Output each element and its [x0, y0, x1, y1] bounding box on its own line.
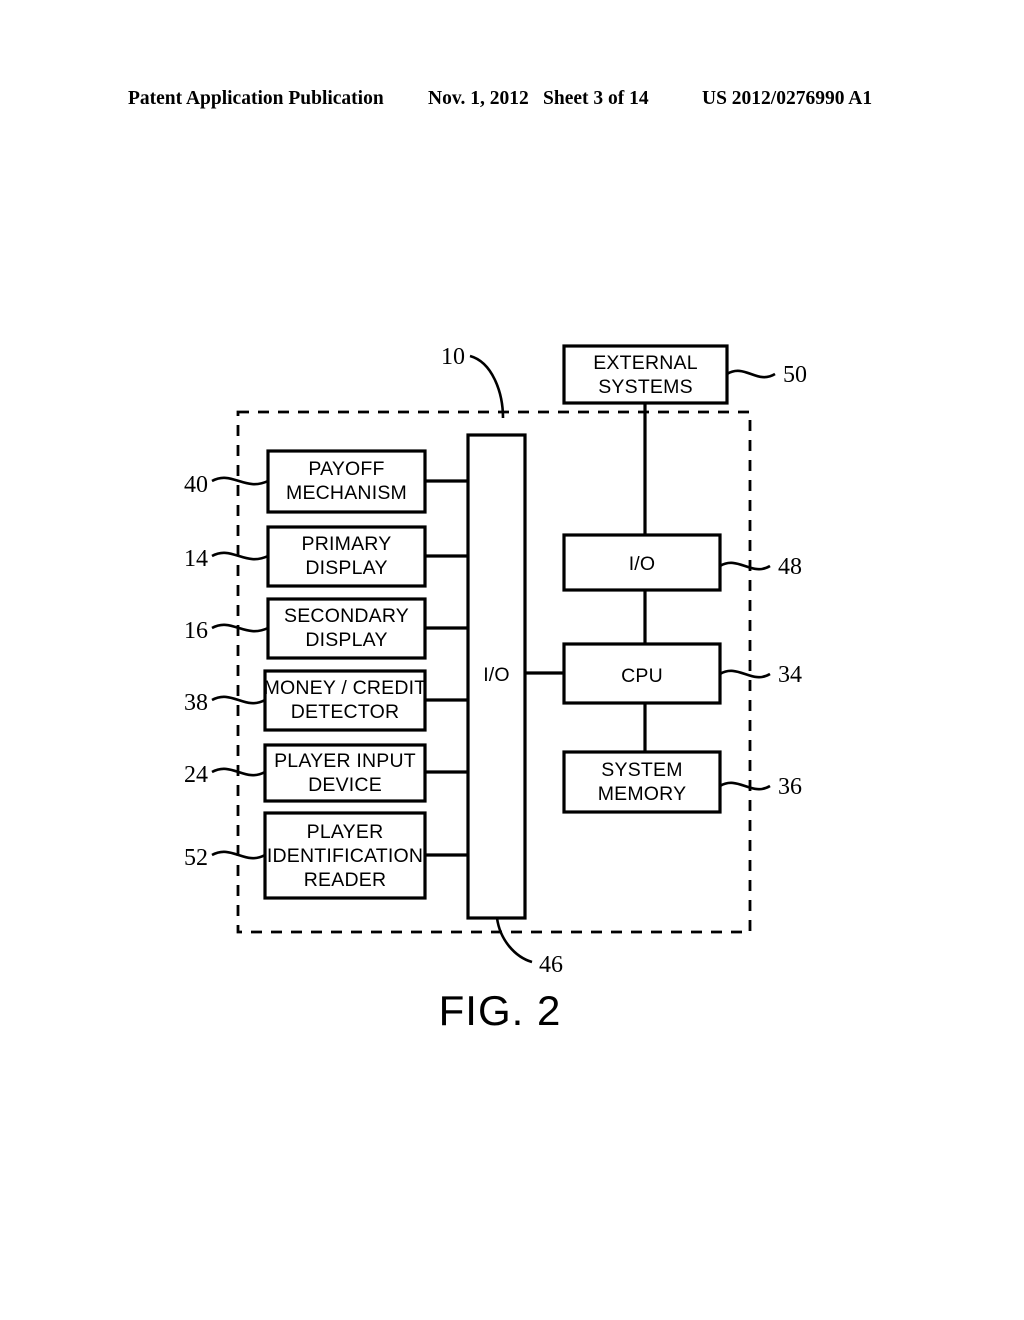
- box-player-identification-reader-line-1: PLAYER: [307, 821, 384, 843]
- ref-number-36: 36: [778, 774, 802, 800]
- box-io-bus: I/O: [466, 433, 527, 920]
- box-money-credit-detector-line-1: MONEY / CREDIT: [264, 677, 427, 699]
- box-external-systems: EXTERNAL SYSTEMS: [562, 344, 729, 405]
- box-cpu: CPU: [562, 642, 722, 705]
- box-external-systems-line-2: SYSTEMS: [598, 376, 693, 398]
- box-primary-display-line-1: PRIMARY: [302, 533, 392, 555]
- ref-number-46: 46: [539, 952, 563, 978]
- leader-line-48: [719, 561, 771, 571]
- box-player-identification-reader: PLAYER IDENTIFICATION READER: [263, 811, 427, 900]
- box-payoff-mechanism-line-1: PAYOFF: [308, 458, 384, 480]
- box-system-memory-line-1: SYSTEM: [601, 759, 682, 781]
- ref-number-24: 24: [184, 762, 208, 788]
- box-io-interface-label: I/O: [629, 553, 656, 575]
- box-player-input-device: PLAYER INPUT DEVICE: [263, 743, 427, 803]
- ref-number-10: 10: [441, 344, 465, 370]
- box-primary-display-line-2: DISPLAY: [305, 557, 387, 579]
- box-system-memory: SYSTEM MEMORY: [562, 750, 722, 814]
- leader-line-34: [719, 669, 771, 679]
- ref-number-52: 52: [184, 845, 208, 871]
- ref-number-38: 38: [184, 690, 208, 716]
- box-payoff-mechanism-line-2: MECHANISM: [286, 482, 407, 504]
- box-cpu-label: CPU: [621, 665, 663, 687]
- box-player-identification-reader-line-3: READER: [304, 869, 386, 891]
- box-secondary-display-line-2: DISPLAY: [305, 629, 387, 651]
- leader-line-38: [211, 695, 266, 705]
- leader-line-46: [495, 917, 533, 964]
- leader-line-10: [469, 354, 505, 419]
- box-external-systems-line-1: EXTERNAL: [593, 352, 698, 374]
- figure-caption: FIG. 2: [439, 987, 562, 1034]
- ref-number-16: 16: [184, 618, 208, 644]
- box-secondary-display-line-1: SECONDARY: [284, 605, 409, 627]
- box-primary-display: PRIMARY DISPLAY: [266, 525, 427, 588]
- leader-line-40: [211, 476, 269, 486]
- box-money-credit-detector-line-2: DETECTOR: [291, 701, 400, 723]
- patent-figure: PAYOFF MECHANISM PRIMARY DISPLAY SECONDA…: [0, 0, 1024, 1320]
- leader-line-50: [726, 369, 776, 379]
- ref-number-48: 48: [778, 554, 802, 580]
- ref-number-14: 14: [184, 546, 208, 572]
- box-player-input-device-line-2: DEVICE: [308, 774, 382, 796]
- box-system-memory-line-2: MEMORY: [598, 783, 687, 805]
- ref-number-50: 50: [783, 362, 807, 388]
- leader-line-16: [211, 623, 269, 633]
- leader-line-36: [719, 781, 771, 791]
- box-io-interface: I/O: [562, 533, 722, 592]
- ref-number-34: 34: [778, 662, 802, 688]
- box-payoff-mechanism: PAYOFF MECHANISM: [266, 449, 427, 514]
- leader-line-14: [211, 551, 269, 561]
- box-money-credit-detector: MONEY / CREDIT DETECTOR: [263, 669, 427, 732]
- box-io-bus-label: I/O: [483, 664, 510, 686]
- ref-number-40: 40: [184, 472, 208, 498]
- box-secondary-display: SECONDARY DISPLAY: [266, 597, 427, 660]
- box-player-identification-reader-line-2: IDENTIFICATION: [267, 845, 423, 867]
- box-player-input-device-line-1: PLAYER INPUT: [274, 750, 416, 772]
